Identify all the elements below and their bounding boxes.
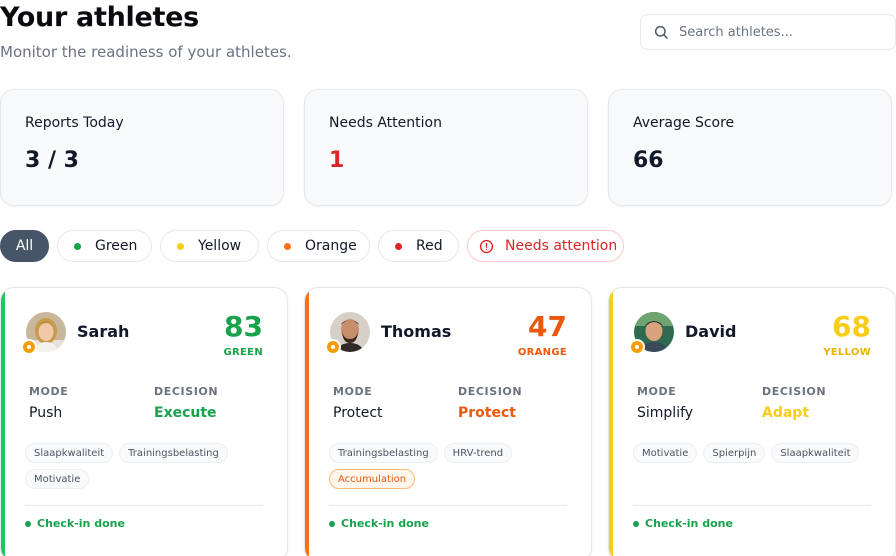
yellow-dot-icon	[177, 242, 184, 250]
checkin-status: Check-in done	[329, 517, 429, 530]
stat-value: 66	[633, 148, 664, 173]
red-dot-icon	[395, 242, 402, 250]
status-dot-icon	[25, 520, 31, 527]
filter-red[interactable]: Red	[378, 230, 459, 262]
stat-card-needs-attention: Needs Attention 1	[304, 89, 588, 206]
warning-tag: Accumulation	[329, 469, 416, 489]
decision-header: DECISION	[154, 385, 219, 398]
divider	[25, 505, 263, 506]
mode-value: Push	[29, 405, 63, 421]
decision-header: DECISION	[762, 385, 827, 398]
green-dot-icon	[74, 242, 81, 250]
mode-header: MODE	[637, 385, 677, 398]
search-input[interactable]	[679, 24, 879, 40]
decision-value: Execute	[154, 405, 217, 421]
search-box[interactable]	[640, 14, 896, 50]
sun-icon	[27, 345, 31, 349]
mode-value: Protect	[333, 405, 383, 421]
stat-label: Needs Attention	[329, 115, 442, 131]
avatar-badge	[325, 339, 341, 355]
tag-list: Slaapkwaliteit Trainingsbelasting Motiva…	[25, 443, 265, 489]
filter-label: Red	[416, 238, 443, 254]
avatar-badge	[629, 339, 645, 355]
tag: Trainingsbelasting	[329, 443, 438, 463]
tag: Motivatie	[25, 469, 90, 489]
readiness-score: 83	[224, 310, 263, 343]
athlete-card-david[interactable]: David 68 YELLOW MODE DECISION Simplify A…	[608, 287, 896, 556]
tag: HRV-trend	[443, 443, 513, 463]
readiness-status: YELLOW	[823, 347, 871, 358]
checkin-label: Check-in done	[37, 517, 125, 530]
decision-value: Adapt	[762, 405, 810, 421]
decision-header: DECISION	[458, 385, 523, 398]
checkin-label: Check-in done	[341, 517, 429, 530]
tag-list: Motivatie Spierpijn Slaapkwaliteit	[633, 443, 873, 463]
mode-value: Simplify	[637, 405, 694, 421]
readiness-status: GREEN	[223, 347, 263, 358]
page-subtitle: Monitor the readiness of your athletes.	[0, 43, 292, 61]
alert-circle-icon	[479, 239, 494, 253]
filter-all[interactable]: All	[0, 230, 49, 262]
divider	[329, 505, 567, 506]
filter-needs-attention[interactable]: Needs attention	[467, 230, 624, 262]
page-title: Your athletes	[0, 2, 199, 33]
filter-label: All	[15, 238, 34, 254]
tag: Slaapkwaliteit	[25, 443, 114, 463]
stat-label: Reports Today	[25, 115, 124, 131]
card-accent-bar	[609, 288, 613, 556]
filter-label: Yellow	[198, 238, 242, 254]
sun-icon	[635, 345, 639, 349]
tag: Spierpijn	[703, 443, 766, 463]
tag-list: Trainingsbelasting HRV-trend Accumulatio…	[329, 443, 569, 489]
mode-header: MODE	[333, 385, 373, 398]
divider	[633, 505, 871, 506]
checkin-status: Check-in done	[25, 517, 125, 530]
readiness-status: ORANGE	[517, 347, 567, 358]
tag: Motivatie	[633, 443, 698, 463]
athlete-name: Thomas	[381, 322, 452, 341]
stat-card-reports-today: Reports Today 3 / 3	[0, 89, 284, 206]
avatar-badge	[21, 339, 37, 355]
filter-orange[interactable]: Orange	[267, 230, 370, 262]
athlete-name: David	[685, 322, 737, 341]
filter-label: Orange	[305, 238, 357, 254]
stat-value: 3 / 3	[25, 148, 79, 173]
filter-yellow[interactable]: Yellow	[160, 230, 259, 262]
checkin-label: Check-in done	[645, 517, 733, 530]
tag: Trainingsbelasting	[119, 443, 228, 463]
tag: Slaapkwaliteit	[771, 443, 860, 463]
filter-label: Green	[95, 238, 138, 254]
athlete-card-sarah[interactable]: Sarah 83 GREEN MODE DECISION Push Execut…	[0, 287, 288, 556]
readiness-score: 68	[832, 310, 871, 343]
checkin-status: Check-in done	[633, 517, 733, 530]
decision-value: Protect	[458, 405, 516, 421]
status-dot-icon	[329, 520, 335, 527]
filter-green[interactable]: Green	[57, 230, 152, 262]
readiness-score: 47	[528, 310, 567, 343]
stat-card-average-score: Average Score 66	[608, 89, 892, 206]
orange-dot-icon	[284, 242, 291, 250]
stat-value: 1	[329, 148, 345, 173]
status-dot-icon	[633, 520, 639, 527]
card-accent-bar	[305, 288, 309, 556]
athlete-card-thomas[interactable]: Thomas 47 ORANGE MODE DECISION Protect P…	[304, 287, 592, 556]
mode-header: MODE	[29, 385, 69, 398]
sun-icon	[331, 345, 335, 349]
card-accent-bar	[1, 288, 5, 556]
filter-label: Needs attention	[505, 238, 618, 254]
athlete-name: Sarah	[77, 322, 130, 341]
search-icon	[654, 25, 668, 39]
stat-label: Average Score	[633, 115, 735, 131]
